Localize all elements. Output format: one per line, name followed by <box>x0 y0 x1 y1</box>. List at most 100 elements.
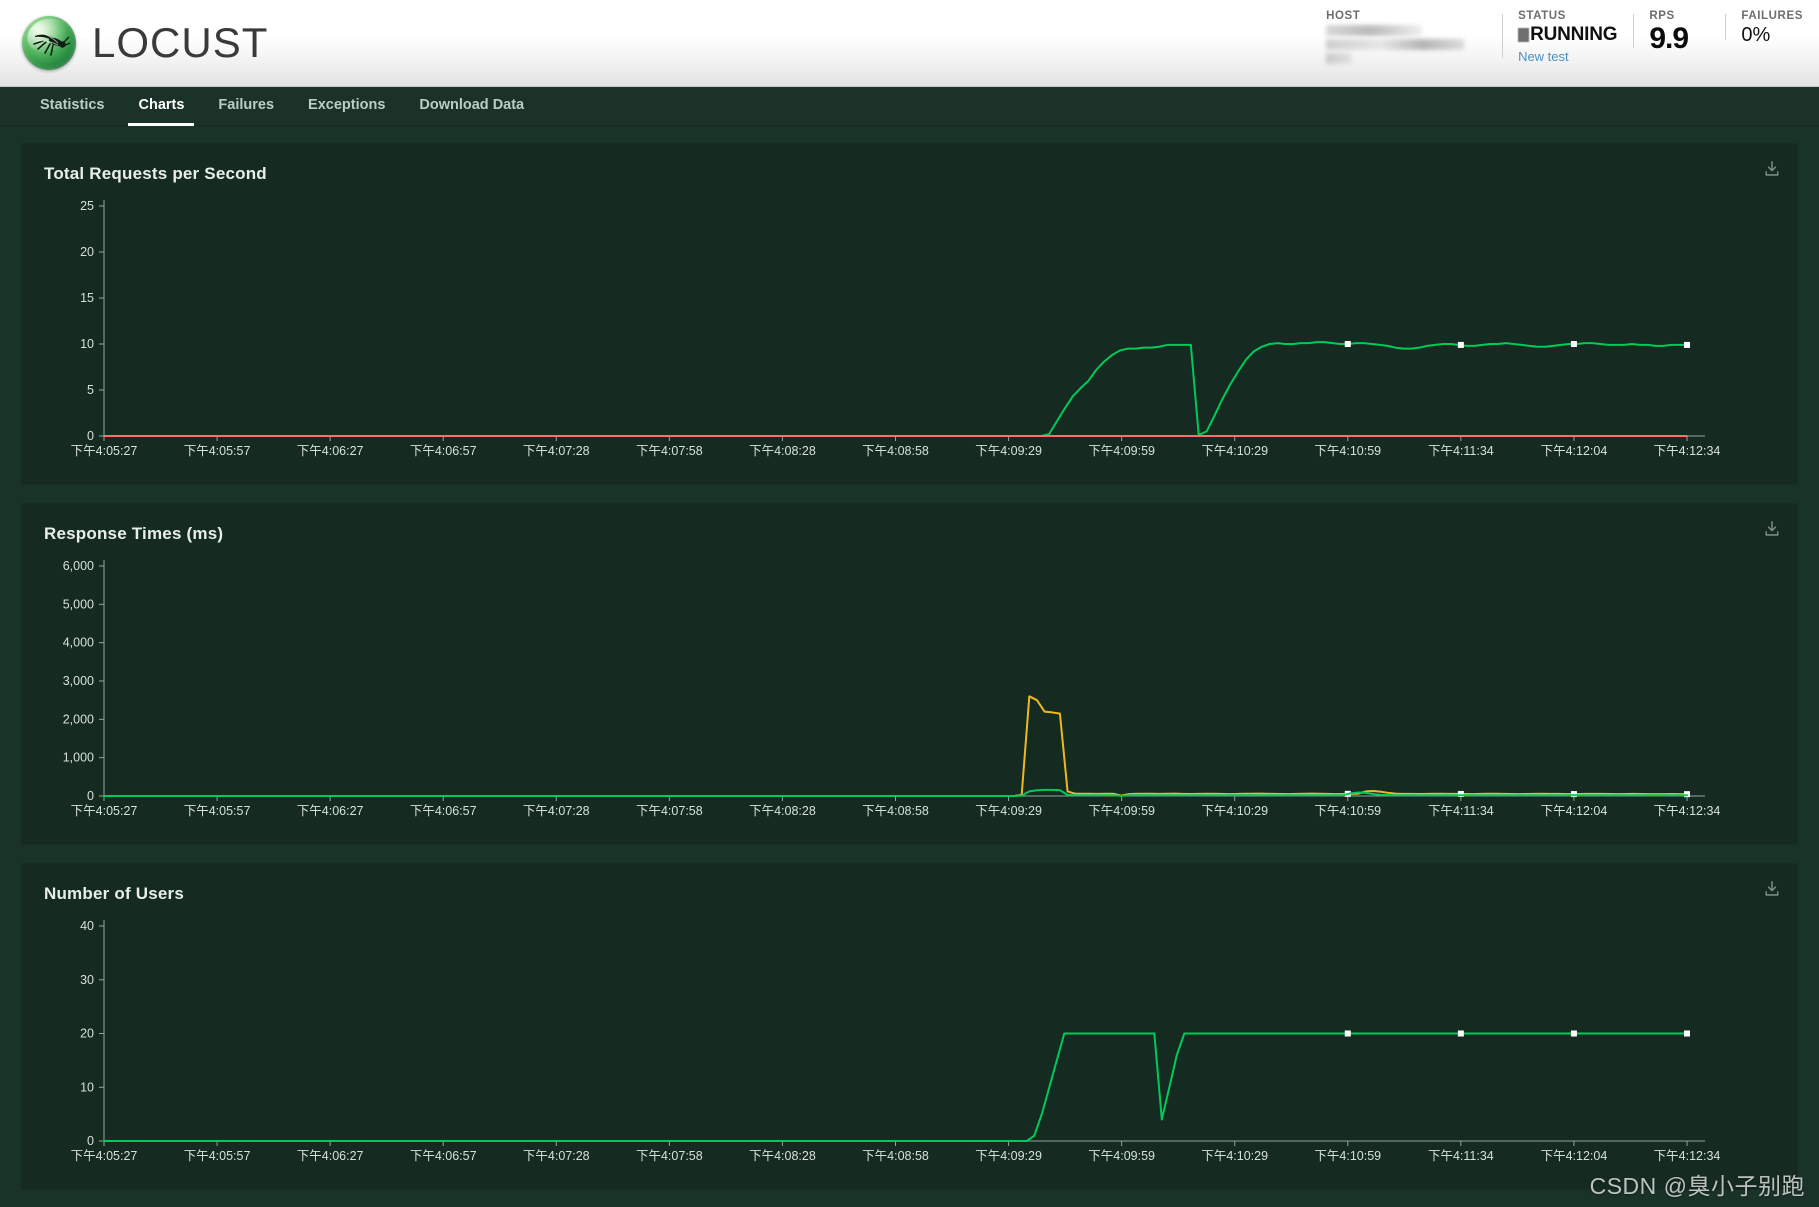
svg-text:下午4:11:34: 下午4:11:34 <box>1428 444 1494 458</box>
status-value-text: RUNNING <box>1530 24 1618 45</box>
svg-text:下午4:10:59: 下午4:10:59 <box>1314 1149 1381 1163</box>
host-label: HOST <box>1326 10 1361 22</box>
app-title: LOCUST <box>92 19 269 66</box>
download-icon[interactable] <box>1763 880 1781 898</box>
svg-text:下午4:09:59: 下午4:09:59 <box>1088 444 1155 458</box>
svg-text:下午4:05:27: 下午4:05:27 <box>71 444 138 458</box>
tab-statistics[interactable]: Statistics <box>30 87 114 126</box>
status-host: HOST <box>1310 10 1502 64</box>
chart-panel-users: Number of Users 0 10 20 30 40 下午4:05:27 下午4:05… <box>22 864 1797 1189</box>
new-test-link[interactable]: New test <box>1518 49 1617 64</box>
svg-text:10: 10 <box>80 1080 94 1094</box>
svg-text:1,000: 1,000 <box>63 751 94 765</box>
svg-text:下午4:06:57: 下午4:06:57 <box>410 444 477 458</box>
svg-text:0: 0 <box>87 1134 94 1148</box>
svg-text:下午4:07:28: 下午4:07:28 <box>523 804 590 818</box>
svg-text:下午4:09:59: 下午4:09:59 <box>1088 1149 1155 1163</box>
status-blur-block <box>1518 27 1530 42</box>
svg-text:20: 20 <box>80 245 94 259</box>
svg-text:5: 5 <box>87 383 94 397</box>
svg-text:下午4:12:34: 下午4:12:34 <box>1654 444 1721 458</box>
svg-text:下午4:07:28: 下午4:07:28 <box>523 1149 590 1163</box>
svg-text:下午4:05:27: 下午4:05:27 <box>71 804 138 818</box>
status-value: RUNNING <box>1518 24 1618 45</box>
svg-text:5,000: 5,000 <box>63 597 94 611</box>
tab-exceptions[interactable]: Exceptions <box>298 87 395 126</box>
svg-text:30: 30 <box>80 973 94 987</box>
download-icon[interactable] <box>1763 520 1781 538</box>
svg-text:下午4:12:34: 下午4:12:34 <box>1654 804 1721 818</box>
svg-text:下午4:11:34: 下午4:11:34 <box>1428 1149 1494 1163</box>
svg-text:3,000: 3,000 <box>63 674 94 688</box>
svg-text:40: 40 <box>80 919 94 933</box>
chart-title-response-times: Response Times (ms) <box>44 524 224 543</box>
svg-text:下午4:06:27: 下午4:06:27 <box>297 444 364 458</box>
svg-text:6,000: 6,000 <box>63 559 94 573</box>
download-icon[interactable] <box>1763 160 1781 178</box>
svg-text:下午4:05:57: 下午4:05:57 <box>184 804 251 818</box>
svg-text:下午4:06:27: 下午4:06:27 <box>297 804 364 818</box>
host-value-redacted <box>1326 25 1486 64</box>
svg-text:下午4:07:58: 下午4:07:58 <box>636 804 703 818</box>
svg-text:下午4:09:29: 下午4:09:29 <box>975 444 1042 458</box>
svg-text:20: 20 <box>80 1027 94 1041</box>
svg-text:下午4:12:04: 下午4:12:04 <box>1541 1149 1608 1163</box>
status-bar: HOST STATUS RUNNING New test RPS 9.9 FAI… <box>1310 10 1819 76</box>
failures-label: FAILURES <box>1741 10 1803 22</box>
status-rps: RPS 9.9 <box>1633 10 1725 54</box>
svg-text:下午4:12:04: 下午4:12:04 <box>1541 444 1608 458</box>
plot-svg-rps: 0 5 10 15 20 25 下午4:05:27 下午4:05:57 下午4:06:27 下午4… <box>71 199 1721 458</box>
svg-text:10: 10 <box>80 337 94 351</box>
svg-text:下午4:10:59: 下午4:10:59 <box>1314 444 1381 458</box>
svg-text:下午4:10:29: 下午4:10:29 <box>1201 444 1268 458</box>
status-label: STATUS <box>1518 10 1566 22</box>
svg-text:0: 0 <box>87 789 94 803</box>
svg-text:下午4:09:29: 下午4:09:29 <box>975 804 1042 818</box>
svg-text:下午4:08:28: 下午4:08:28 <box>749 1149 816 1163</box>
plot-response-times[interactable]: 0 1,000 2,000 3,000 4,000 5,000 6,000 下午4:05:27… <box>22 544 1797 844</box>
svg-text:下午4:05:57: 下午4:05:57 <box>184 444 251 458</box>
svg-text:下午4:08:58: 下午4:08:58 <box>862 804 929 818</box>
svg-text:下午4:05:57: 下午4:05:57 <box>184 1149 251 1163</box>
svg-text:下午4:08:58: 下午4:08:58 <box>862 1149 929 1163</box>
plot-rps[interactable]: 0 5 10 15 20 25 下午4:05:27 下午4:05:57 下午4:06:27 下午4… <box>22 184 1797 484</box>
svg-text:下午4:10:29: 下午4:10:29 <box>1201 804 1268 818</box>
chart-panel-rps: Total Requests per Second 0 5 10 15 20 25 下午4:… <box>22 144 1797 484</box>
main-nav: Statistics Charts Failures Exceptions Do… <box>0 87 1819 126</box>
locust-logo-icon <box>22 16 76 70</box>
svg-text:下午4:10:59: 下午4:10:59 <box>1314 804 1381 818</box>
svg-text:4,000: 4,000 <box>63 636 94 650</box>
svg-text:下午4:08:28: 下午4:08:28 <box>749 804 816 818</box>
chart-title-rps: Total Requests per Second <box>44 164 267 183</box>
svg-text:下午4:10:29: 下午4:10:29 <box>1201 1149 1268 1163</box>
charts-content: Total Requests per Second 0 5 10 15 20 25 下午4:… <box>0 126 1819 1189</box>
chart-panel-response-times: Response Times (ms) 0 1,000 2,000 3,000 4,00… <box>22 504 1797 844</box>
svg-text:下午4:06:57: 下午4:06:57 <box>410 1149 477 1163</box>
svg-text:下午4:08:28: 下午4:08:28 <box>749 444 816 458</box>
svg-text:下午4:12:04: 下午4:12:04 <box>1541 804 1608 818</box>
plot-svg-response-times: 0 1,000 2,000 3,000 4,000 5,000 6,000 下午4:05:27… <box>63 559 1721 818</box>
status-state: STATUS RUNNING New test <box>1502 10 1633 64</box>
svg-text:下午4:07:28: 下午4:07:28 <box>523 444 590 458</box>
svg-text:下午4:09:29: 下午4:09:29 <box>975 1149 1042 1163</box>
svg-text:下午4:07:58: 下午4:07:58 <box>636 444 703 458</box>
plot-users[interactable]: 0 10 20 30 40 下午4:05:27 下午4:05:57 下午4:06:27 下午4:… <box>22 904 1797 1189</box>
tab-charts[interactable]: Charts <box>128 87 195 126</box>
svg-text:下午4:11:34: 下午4:11:34 <box>1428 804 1494 818</box>
svg-text:15: 15 <box>80 291 94 305</box>
svg-text:下午4:07:58: 下午4:07:58 <box>636 1149 703 1163</box>
brand[interactable]: LOCUST <box>22 16 268 70</box>
tab-download-data[interactable]: Download Data <box>409 87 534 126</box>
svg-text:下午4:06:27: 下午4:06:27 <box>297 1149 364 1163</box>
svg-text:下午4:09:59: 下午4:09:59 <box>1088 804 1155 818</box>
rps-value: 9.9 <box>1649 22 1689 55</box>
app-header: LOCUST HOST STATUS RUNNING New test RPS … <box>0 0 1819 87</box>
svg-text:25: 25 <box>80 199 94 213</box>
svg-text:2,000: 2,000 <box>63 712 94 726</box>
status-failures: FAILURES 0% <box>1725 10 1819 46</box>
svg-text:下午4:05:27: 下午4:05:27 <box>71 1149 138 1163</box>
plot-svg-users: 0 10 20 30 40 下午4:05:27 下午4:05:57 下午4:06:27 下午4:… <box>71 919 1721 1163</box>
tab-failures[interactable]: Failures <box>208 87 284 126</box>
svg-text:下午4:08:58: 下午4:08:58 <box>862 444 929 458</box>
svg-text:下午4:06:57: 下午4:06:57 <box>410 804 477 818</box>
